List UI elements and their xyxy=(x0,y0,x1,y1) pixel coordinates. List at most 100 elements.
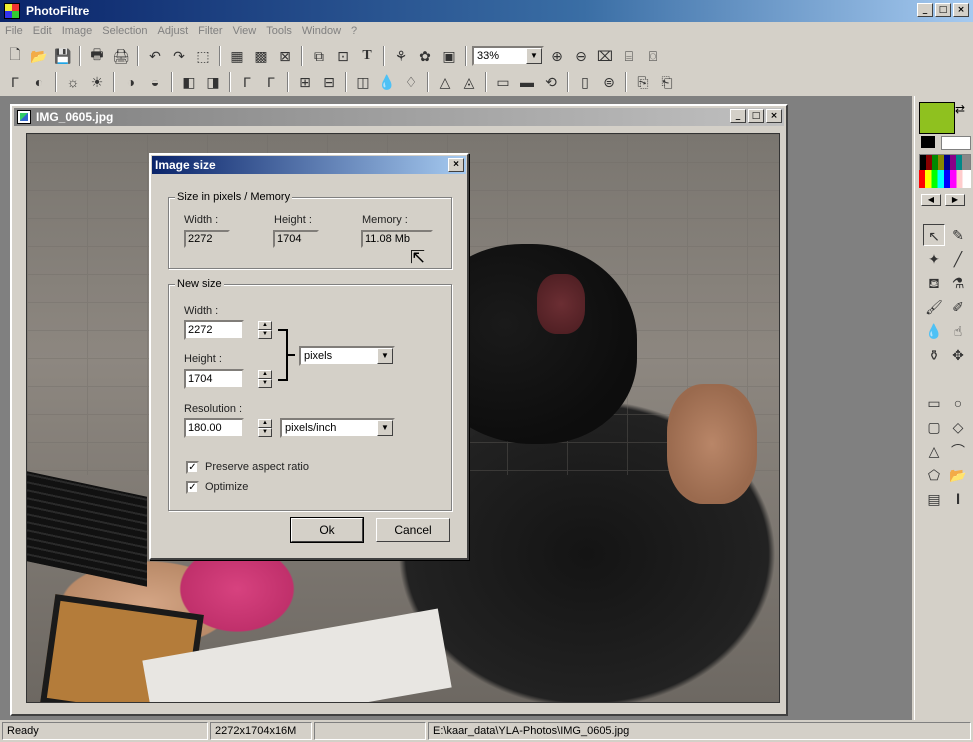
ok-button[interactable]: Ok xyxy=(290,517,364,543)
spin-up-icon[interactable]: ▲ xyxy=(258,419,272,428)
brightness-up-icon[interactable]: ☀ xyxy=(86,71,108,93)
zoom-select[interactable]: 33% ▼ xyxy=(472,46,544,66)
background-color-swatch[interactable] xyxy=(941,136,971,150)
dialog-close-button[interactable]: × xyxy=(448,158,464,172)
mosaic-icon[interactable]: ⊟ xyxy=(318,71,340,93)
ellipse-icon[interactable]: ○ xyxy=(947,392,969,414)
color-palette-icon[interactable]: ▩ xyxy=(250,45,272,67)
rectangle-icon[interactable]: ▭ xyxy=(923,392,945,414)
magic-wand-icon[interactable]: ✦ xyxy=(923,248,945,270)
fill-bucket-icon[interactable]: ⛾ xyxy=(923,272,945,294)
menu-image[interactable]: Image xyxy=(57,22,98,40)
plugin-icon[interactable]: ✿ xyxy=(414,45,436,67)
contrast-down-icon[interactable]: ◑ xyxy=(120,71,142,93)
close-button[interactable]: × xyxy=(953,3,969,17)
new-height-input[interactable]: 1704 xyxy=(184,369,244,389)
soften-icon[interactable]: △ xyxy=(434,71,456,93)
save-icon[interactable]: 💾 xyxy=(52,45,74,67)
dialog-title-bar[interactable]: Image size × xyxy=(152,156,466,174)
color-palette-grid-bottom[interactable] xyxy=(919,170,971,188)
brush-icon[interactable]: 🖌 xyxy=(923,296,945,318)
chevron-down-icon[interactable]: ▼ xyxy=(377,420,393,436)
saturation-down-icon[interactable]: ◧ xyxy=(178,71,200,93)
swap-colors-icon[interactable]: ⇄ xyxy=(955,102,965,116)
preserve-aspect-label[interactable]: Preserve aspect ratio xyxy=(205,461,309,473)
maximize-button[interactable]: □ xyxy=(935,3,951,17)
height-spinner[interactable]: ▲ ▼ xyxy=(258,370,272,388)
menu-tools[interactable]: Tools xyxy=(261,22,297,40)
document-close-button[interactable]: × xyxy=(766,109,782,123)
gamma-down-icon[interactable]: Γ xyxy=(236,71,258,93)
new-width-input[interactable]: 2272 xyxy=(184,320,244,340)
preserve-aspect-checkbox[interactable]: ✓ xyxy=(186,461,199,474)
spin-down-icon[interactable]: ▼ xyxy=(258,379,272,388)
minimize-button[interactable]: _ xyxy=(917,3,933,17)
polygon-icon[interactable]: ⬠ xyxy=(923,464,945,486)
blur-drop-icon[interactable]: 💧 xyxy=(923,320,945,342)
palette-next-icon[interactable]: ▶ xyxy=(945,194,965,206)
export-icon[interactable]: ⎘ xyxy=(632,71,654,93)
redo-icon[interactable]: ↷ xyxy=(168,45,190,67)
chevron-down-icon[interactable]: ▼ xyxy=(526,48,542,64)
import-icon[interactable]: ⎗ xyxy=(656,71,678,93)
filter-icon[interactable]: ⊠ xyxy=(274,45,296,67)
fullscreen-icon[interactable]: ⌼ xyxy=(642,45,664,67)
optimize-checkbox[interactable]: ✓ xyxy=(186,481,199,494)
cancel-button[interactable]: Cancel xyxy=(376,518,450,542)
auto-levels-icon[interactable]: Γ xyxy=(4,71,26,93)
advanced-brush-icon[interactable]: ✐ xyxy=(947,296,969,318)
zoom-out-icon[interactable]: ⊖ xyxy=(570,45,592,67)
new-file-icon[interactable]: 🗋 xyxy=(4,45,26,67)
grayscale-icon[interactable]: ▦ xyxy=(226,45,248,67)
spray-icon[interactable]: ⚗ xyxy=(947,272,969,294)
diamond-icon[interactable]: ◇ xyxy=(947,416,969,438)
text-cursor-icon[interactable]: 𝐈 xyxy=(947,488,969,510)
flip-vertical-icon[interactable]: ▬ xyxy=(516,71,538,93)
chevron-down-icon[interactable]: ▼ xyxy=(377,348,393,364)
unit-select[interactable]: pixels ▼ xyxy=(299,346,395,366)
undo-icon[interactable]: ↶ xyxy=(144,45,166,67)
document-minimize-button[interactable]: _ xyxy=(730,109,746,123)
lasso-icon[interactable]: ⌒ xyxy=(947,440,969,462)
document-maximize-button[interactable]: □ xyxy=(748,109,764,123)
image-size-icon[interactable]: ⧉ xyxy=(308,45,330,67)
menu-filter[interactable]: Filter xyxy=(193,22,227,40)
foreground-color-swatch[interactable] xyxy=(919,102,955,134)
contrast-up-icon[interactable]: ◒ xyxy=(144,71,166,93)
grid-filter-icon[interactable]: ⊞ xyxy=(294,71,316,93)
menu-adjust[interactable]: Adjust xyxy=(153,22,194,40)
gamma-up-icon[interactable]: Γ xyxy=(260,71,282,93)
document-title-bar[interactable]: IMG_0605.jpg _ □ × xyxy=(14,108,784,126)
width-spinner[interactable]: ▲ ▼ xyxy=(258,321,272,339)
clone-stamp-icon[interactable]: ⚱ xyxy=(923,344,945,366)
selection-arrow-icon[interactable]: ↖ xyxy=(923,224,945,246)
canvas-size-icon[interactable]: ⊡ xyxy=(332,45,354,67)
move-icon[interactable]: ✥ xyxy=(947,344,969,366)
selection-text-icon[interactable]: ▤ xyxy=(923,488,945,510)
photofiltre-app-icon[interactable] xyxy=(4,3,20,19)
open-selection-icon[interactable]: 📂 xyxy=(947,464,969,486)
sharpen-icon[interactable]: ♢ xyxy=(400,71,422,93)
triangle-icon[interactable]: △ xyxy=(923,440,945,462)
crop-icon[interactable]: ⬚ xyxy=(192,45,214,67)
default-colors-icon[interactable] xyxy=(921,136,935,148)
eyedropper-icon[interactable]: ✎ xyxy=(947,224,969,246)
resolution-spinner[interactable]: ▲ ▼ xyxy=(258,419,272,437)
finger-icon[interactable]: ☝ xyxy=(947,320,969,342)
flip-horizontal-icon[interactable]: ▭ xyxy=(492,71,514,93)
optimize-label[interactable]: Optimize xyxy=(205,481,248,493)
menu-selection[interactable]: Selection xyxy=(97,22,152,40)
open-file-icon[interactable]: 📂 xyxy=(28,45,50,67)
scan-icon[interactable]: 🖨 xyxy=(110,45,132,67)
auto-contrast-icon[interactable]: ◐ xyxy=(28,71,50,93)
line-icon[interactable]: ╱ xyxy=(947,248,969,270)
rounded-rectangle-icon[interactable]: ▢ xyxy=(923,416,945,438)
resolution-unit-select[interactable]: pixels/inch ▼ xyxy=(280,418,395,438)
brightness-down-icon[interactable]: ☼ xyxy=(62,71,84,93)
smudge-icon[interactable]: ◬ xyxy=(458,71,480,93)
browser-icon[interactable]: ▣ xyxy=(438,45,460,67)
resolution-input[interactable]: 180.00 xyxy=(184,418,244,438)
text-icon[interactable]: T xyxy=(356,45,378,67)
zoom-in-icon[interactable]: ⊕ xyxy=(546,45,568,67)
menu-edit[interactable]: Edit xyxy=(28,22,57,40)
